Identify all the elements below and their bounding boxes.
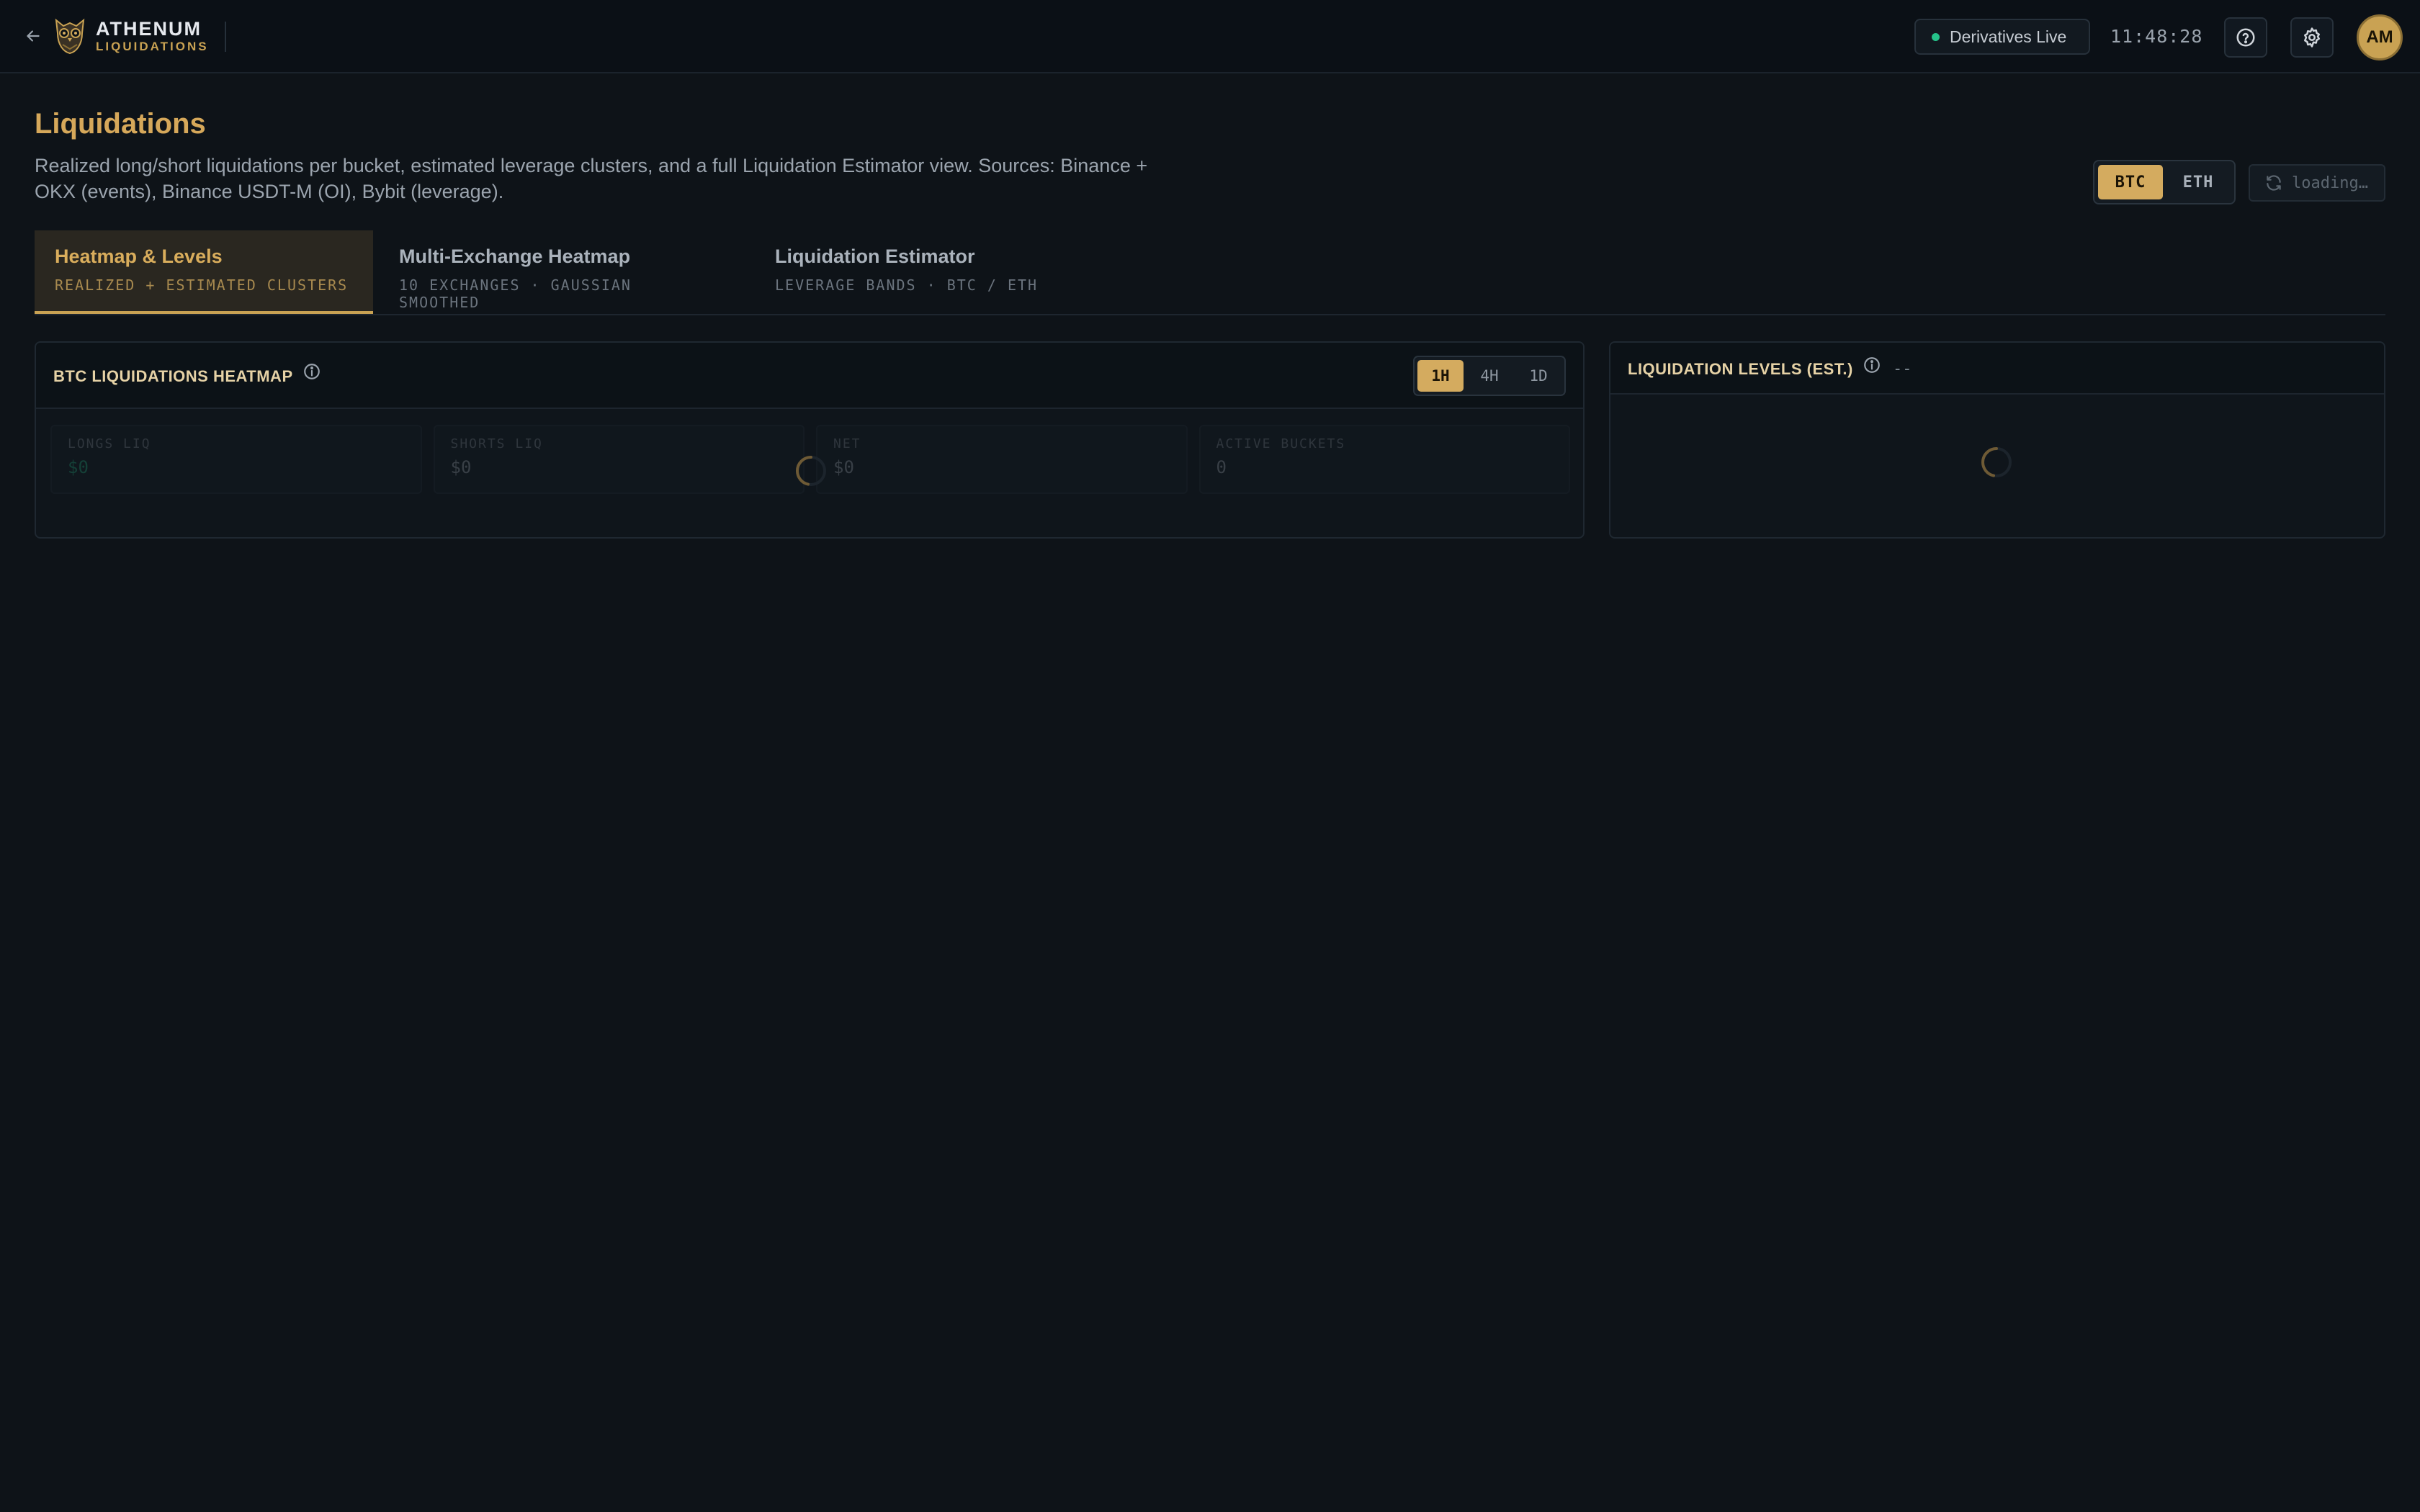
tab-multi-exchange-heatmap[interactable]: Multi-Exchange Heatmap 10 EXCHANGES · GA… <box>379 230 739 314</box>
gear-icon <box>2304 27 2320 48</box>
refresh-icon <box>2267 175 2281 191</box>
brand-name: ATHENUM <box>96 18 202 40</box>
tab-heatmap-levels[interactable]: Heatmap & Levels REALIZED + ESTIMATED CL… <box>35 230 373 314</box>
stat-active-buckets: ACTIVE BUCKETS 0 <box>1198 425 1570 494</box>
timeframe-selector: 1H 4H 1D <box>1413 356 1566 396</box>
asset-option-eth[interactable]: ETH <box>2166 165 2231 199</box>
heatmap-panel-title: BTC LIQUIDATIONS HEATMAP <box>53 367 293 385</box>
clock: 11:48:28 <box>2110 26 2203 47</box>
settings-button[interactable] <box>2290 17 2334 58</box>
tab-label: Liquidation Estimator <box>775 246 975 267</box>
heatmap-panel: BTC LIQUIDATIONS HEATMAP 1H 4H 1D LONGS … <box>35 341 1585 539</box>
stat-label: ACTIVE BUCKETS <box>1216 436 1346 451</box>
stat-shorts-liq: SHORTS LIQ $0 <box>433 425 805 494</box>
view-tabs: Heatmap & Levels REALIZED + ESTIMATED CL… <box>35 230 2385 315</box>
refresh-label: loading… <box>2292 174 2368 192</box>
tab-sublabel: LEVERAGE BANDS · BTC / ETH <box>775 276 1039 294</box>
help-icon <box>2236 28 2255 47</box>
brand: ATHENUM LIQUIDATIONS <box>96 19 209 55</box>
help-button[interactable] <box>2224 17 2267 58</box>
stat-value: $0 <box>833 457 854 477</box>
levels-value: -- <box>1893 360 1912 378</box>
heatmap-panel-header: BTC LIQUIDATIONS HEATMAP 1H 4H 1D <box>36 343 1583 409</box>
stat-value: $0 <box>450 457 472 477</box>
loading-spinner-icon <box>795 456 826 486</box>
asset-option-btc[interactable]: BTC <box>2098 165 2163 199</box>
stat-longs-liq: LONGS LIQ $0 <box>50 425 422 494</box>
divider <box>225 22 226 52</box>
avatar[interactable]: AM <box>2357 14 2403 60</box>
levels-panel: LIQUIDATION LEVELS (EST.) -- <box>1609 341 2385 539</box>
page-title: Liquidations <box>35 108 206 140</box>
tab-sublabel: 10 EXCHANGES · GAUSSIAN SMOOTHED <box>399 276 632 311</box>
stat-value: $0 <box>68 457 89 477</box>
tab-label: Heatmap & Levels <box>55 246 223 267</box>
brand-subtitle: LIQUIDATIONS <box>96 40 209 53</box>
tab-sublabel: REALIZED + ESTIMATED CLUSTERS <box>55 276 349 294</box>
live-dot-icon <box>1932 32 1940 41</box>
live-status-badge: Derivatives Live <box>1914 19 2090 55</box>
live-status-label: Derivatives Live <box>1950 27 2067 46</box>
stat-value: 0 <box>1216 457 1227 477</box>
timeframe-1d[interactable]: 1D <box>1515 360 1561 392</box>
levels-panel-title: LIQUIDATION LEVELS (EST.) <box>1628 360 1853 378</box>
page-description: Realized long/short liquidations per buc… <box>35 155 1148 202</box>
refresh-button[interactable]: loading… <box>2249 164 2385 202</box>
stat-label: SHORTS LIQ <box>450 436 543 451</box>
stat-label: NET <box>833 436 861 451</box>
timeframe-1h[interactable]: 1H <box>1417 360 1464 392</box>
info-icon[interactable] <box>302 362 321 381</box>
stat-net: NET $0 <box>816 425 1188 494</box>
top-bar: ATHENUM LIQUIDATIONS Derivatives Live 11… <box>0 0 2420 73</box>
tab-liquidation-estimator[interactable]: Liquidation Estimator LEVERAGE BANDS · B… <box>755 230 1072 314</box>
loading-spinner-icon <box>1981 447 2012 477</box>
info-icon[interactable] <box>1863 356 1881 374</box>
tab-label: Multi-Exchange Heatmap <box>399 246 631 267</box>
asset-selector: BTC ETH <box>2093 160 2236 204</box>
stat-label: LONGS LIQ <box>68 436 151 451</box>
timeframe-4h[interactable]: 4H <box>1466 360 1512 392</box>
back-arrow-icon[interactable] <box>20 23 46 49</box>
owl-logo-icon <box>53 17 86 55</box>
levels-panel-header: LIQUIDATION LEVELS (EST.) -- <box>1610 343 2384 395</box>
